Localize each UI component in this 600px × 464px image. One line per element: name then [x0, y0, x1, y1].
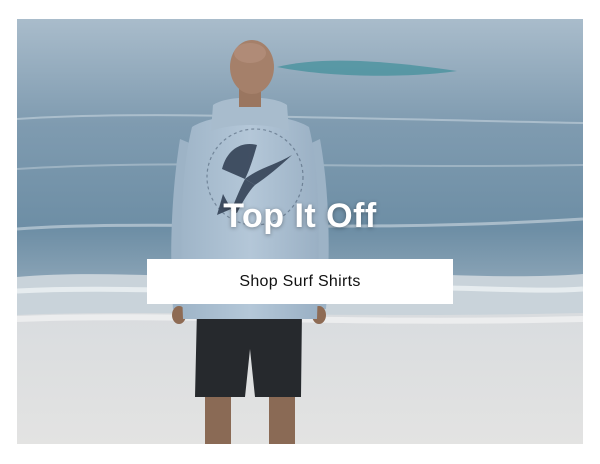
shop-surf-shirts-button[interactable]: Shop Surf Shirts [147, 259, 453, 304]
hero-banner[interactable]: Top It Off Shop Surf Shirts [17, 19, 583, 444]
hero-title: Top It Off [223, 197, 377, 235]
